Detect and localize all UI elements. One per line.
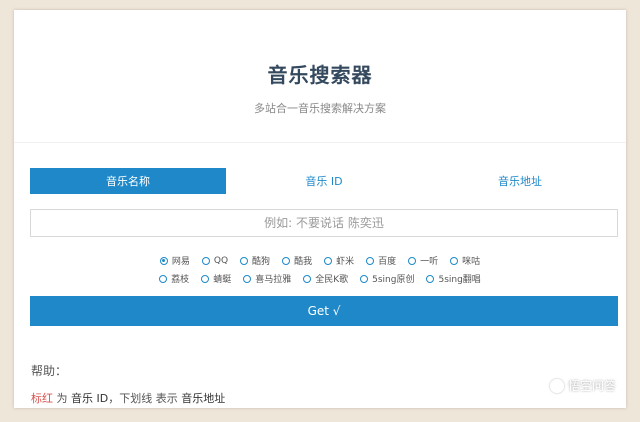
radio-icon[interactable]	[366, 256, 375, 265]
source-option-label: 酷狗	[252, 257, 271, 267]
source-option-label: QQ	[213, 255, 229, 266]
search-field	[30, 209, 618, 237]
source-option-migu[interactable]: 咪咕	[450, 254, 480, 267]
source-option-label: 5sing翻唱	[438, 275, 481, 285]
watermark: 悟空问答	[549, 377, 616, 394]
help-text: 标红 为 音乐 ID，下划线 表示 音乐地址	[31, 390, 225, 406]
help-red-label: 标红	[31, 392, 53, 405]
radio-icon[interactable]	[303, 274, 312, 283]
source-option-label: 百度	[378, 257, 397, 267]
source-option-baidu[interactable]: 百度	[366, 254, 396, 267]
help-text-part: ，下划线 表示	[108, 392, 182, 405]
source-option-5sing-cover[interactable]: 5sing翻唱	[426, 272, 481, 285]
radio-icon[interactable]	[201, 256, 210, 265]
source-option-label: 一听	[420, 257, 439, 267]
source-option-xiami[interactable]: 虾米	[324, 254, 354, 267]
source-option-netease[interactable]: 网易	[159, 254, 190, 267]
music-search-card: 音乐搜索器 多站合一音乐搜索解决方案 音乐名称 音乐 ID 音乐地址 网易 QQ…	[14, 10, 626, 408]
radio-icon[interactable]	[360, 274, 369, 283]
search-mode-tabs: 音乐名称 音乐 ID 音乐地址	[30, 168, 618, 194]
help-music-id: 音乐 ID	[71, 392, 109, 405]
radio-icon[interactable]	[282, 256, 291, 265]
source-option-kugou[interactable]: 酷狗	[240, 254, 270, 267]
radio-icon[interactable]	[408, 256, 417, 265]
source-options-row-1: 网易 QQ 酷狗 酷我 虾米 百度 一听 咪咕	[14, 254, 626, 267]
source-options-row-2: 荔枝 蜻蜓 喜马拉雅 全民K歌 5sing原创 5sing翻唱	[14, 272, 626, 285]
radio-icon[interactable]	[201, 274, 210, 283]
source-option-label: 蜻蜓	[213, 275, 232, 285]
help-text-part: 为	[53, 392, 71, 405]
source-option-label: 喜马拉雅	[255, 275, 292, 285]
source-option-lizhi[interactable]: 荔枝	[159, 272, 189, 285]
watermark-text: 悟空问答	[567, 379, 616, 393]
source-option-qingting[interactable]: 蜻蜓	[201, 272, 231, 285]
get-button[interactable]: Get √	[30, 296, 618, 326]
source-option-ximalaya[interactable]: 喜马拉雅	[243, 272, 291, 285]
help-title: 帮助：	[31, 364, 68, 378]
search-input[interactable]	[31, 210, 617, 236]
source-option-label: 虾米	[336, 257, 355, 267]
help-music-url: 音乐地址	[181, 392, 226, 405]
radio-icon[interactable]	[240, 256, 249, 265]
source-option-kge[interactable]: 全民K歌	[303, 272, 348, 285]
tab-music-url[interactable]: 音乐地址	[422, 168, 618, 194]
divider	[14, 142, 626, 143]
page-title: 音乐搜索器	[267, 63, 373, 87]
radio-icon[interactable]	[426, 274, 435, 283]
radio-icon[interactable]	[243, 274, 252, 283]
source-option-5sing-original[interactable]: 5sing原创	[360, 272, 414, 285]
source-option-label: 咪咕	[462, 257, 481, 267]
source-option-kuwo[interactable]: 酷我	[282, 254, 312, 267]
chat-bubble-icon	[549, 378, 564, 393]
radio-icon[interactable]	[159, 274, 168, 283]
page-subtitle: 多站合一音乐搜索解决方案	[254, 102, 386, 115]
source-option-label: 酷我	[294, 257, 313, 267]
source-option-label: 荔枝	[171, 275, 190, 285]
source-option-label: 网易	[171, 257, 190, 267]
radio-icon[interactable]	[324, 256, 333, 265]
tab-music-name[interactable]: 音乐名称	[30, 168, 226, 194]
radio-icon[interactable]	[450, 256, 459, 265]
tab-music-id[interactable]: 音乐 ID	[226, 168, 422, 194]
source-option-label: 全民K歌	[315, 275, 349, 285]
source-option-label: 5sing原创	[372, 275, 415, 285]
source-option-qq[interactable]: QQ	[201, 254, 229, 267]
source-option-1ting[interactable]: 一听	[408, 254, 438, 267]
radio-selected-icon[interactable]	[159, 256, 168, 265]
